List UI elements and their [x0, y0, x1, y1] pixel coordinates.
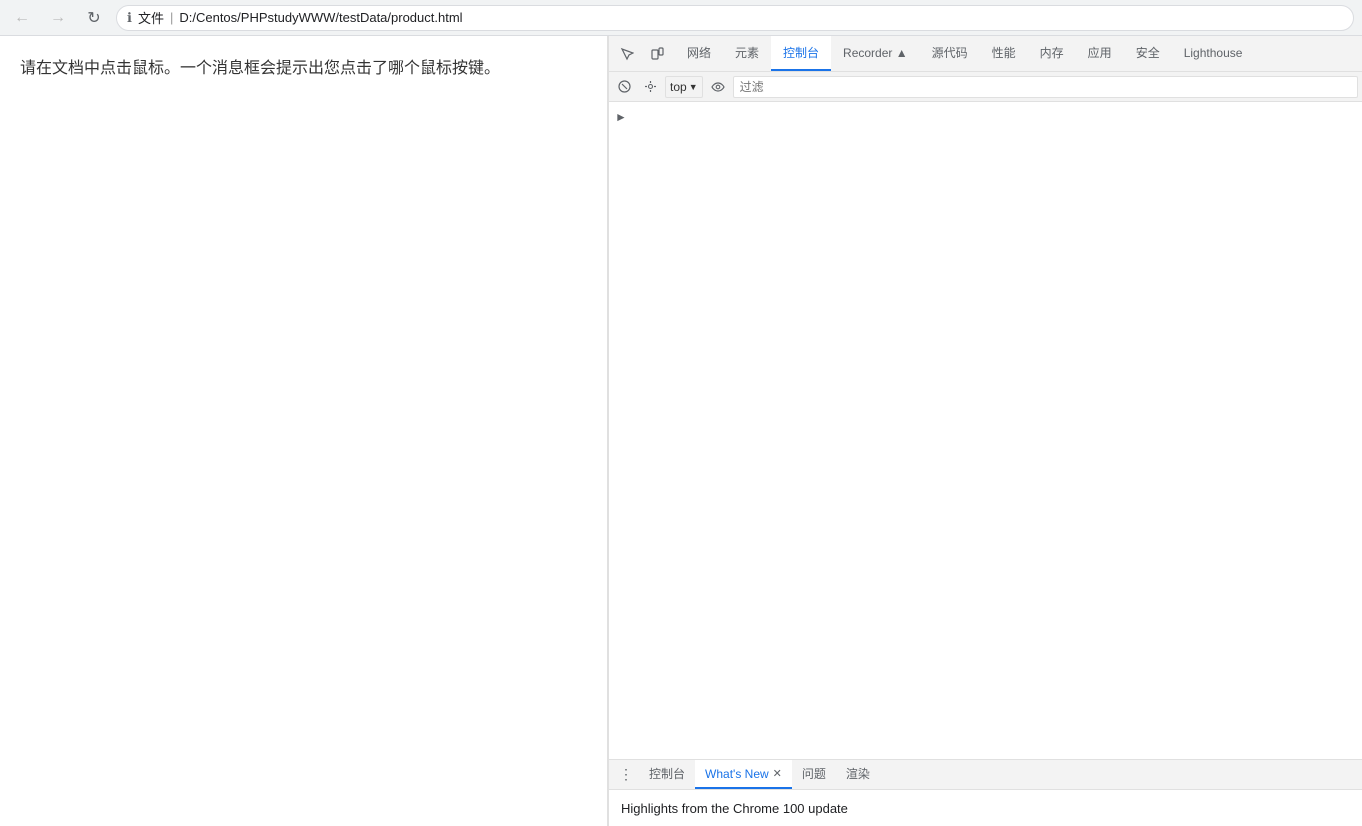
devtools-panel: 网络 元素 控制台 Recorder ▲ 源代码 性能 内存 [608, 36, 1362, 826]
clear-console-button[interactable] [613, 76, 635, 98]
console-bar: top ▼ [609, 72, 1362, 102]
protocol-icon: ℹ [127, 10, 132, 26]
devtools-drawer: ⋮ 控制台 What's New ✕ 问题 渲染 Highlights from… [609, 759, 1362, 826]
address-text: D:/Centos/PHPstudyWWW/testData/product.h… [179, 10, 462, 25]
drawer-content: Highlights from the Chrome 100 update [609, 790, 1362, 826]
drawer-tab-rendering[interactable]: 渲染 [836, 760, 880, 789]
drawer-tabs: ⋮ 控制台 What's New ✕ 问题 渲染 [609, 760, 1362, 790]
console-expand-arrow[interactable]: ► [615, 110, 627, 124]
protocol-label: 文件 [138, 8, 164, 27]
drawer-tab-issues[interactable]: 问题 [792, 760, 836, 789]
tab-console[interactable]: 控制台 [771, 36, 831, 71]
tab-recorder[interactable]: Recorder ▲ [831, 36, 920, 71]
tab-lighthouse[interactable]: Lighthouse [1172, 36, 1255, 71]
inspect-element-button[interactable] [613, 40, 641, 68]
device-toggle-button[interactable] [643, 40, 671, 68]
devtools-toolbar-left [609, 40, 675, 68]
tab-elements[interactable]: 元素 [723, 36, 771, 71]
devtools-toolbar: 网络 元素 控制台 Recorder ▲ 源代码 性能 内存 [609, 36, 1362, 72]
live-expression-button[interactable] [707, 76, 729, 98]
tab-sources[interactable]: 源代码 [920, 36, 980, 71]
drawer-content-text: Highlights from the Chrome 100 update [621, 801, 848, 816]
tab-performance[interactable]: 性能 [980, 36, 1028, 71]
tab-security[interactable]: 安全 [1124, 36, 1172, 71]
drawer-more-button[interactable]: ⋮ [613, 762, 639, 788]
browser-toolbar: ← → ↻ ℹ 文件 | D:/Centos/PHPstudyWWW/testD… [0, 0, 1362, 36]
context-selector[interactable]: top ▼ [665, 76, 703, 98]
page-text: 请在文档中点击鼠标。一个消息框会提示出您点击了哪个鼠标按键。 [20, 56, 587, 82]
back-button[interactable]: ← [8, 4, 36, 32]
forward-button[interactable]: → [44, 4, 72, 32]
devtools-tabs: 网络 元素 控制台 Recorder ▲ 源代码 性能 内存 [675, 36, 1362, 71]
page-content: 请在文档中点击鼠标。一个消息框会提示出您点击了哪个鼠标按键。 [0, 36, 608, 826]
tab-application[interactable]: 应用 [1076, 36, 1124, 71]
console-settings-button[interactable] [639, 76, 661, 98]
drawer-tab-console[interactable]: 控制台 [639, 760, 695, 789]
close-whats-new-icon[interactable]: ✕ [773, 767, 782, 780]
filter-input[interactable] [733, 76, 1358, 98]
main-area: 请在文档中点击鼠标。一个消息框会提示出您点击了哪个鼠标按键。 [0, 36, 1362, 826]
drawer-tab-whats-new[interactable]: What's New ✕ [695, 760, 792, 789]
address-bar[interactable]: ℹ 文件 | D:/Centos/PHPstudyWWW/testData/pr… [116, 5, 1354, 31]
tab-network[interactable]: 网络 [675, 36, 723, 71]
console-content: ► [609, 102, 1362, 759]
refresh-button[interactable]: ↻ [80, 4, 108, 32]
tab-memory[interactable]: 内存 [1028, 36, 1076, 71]
